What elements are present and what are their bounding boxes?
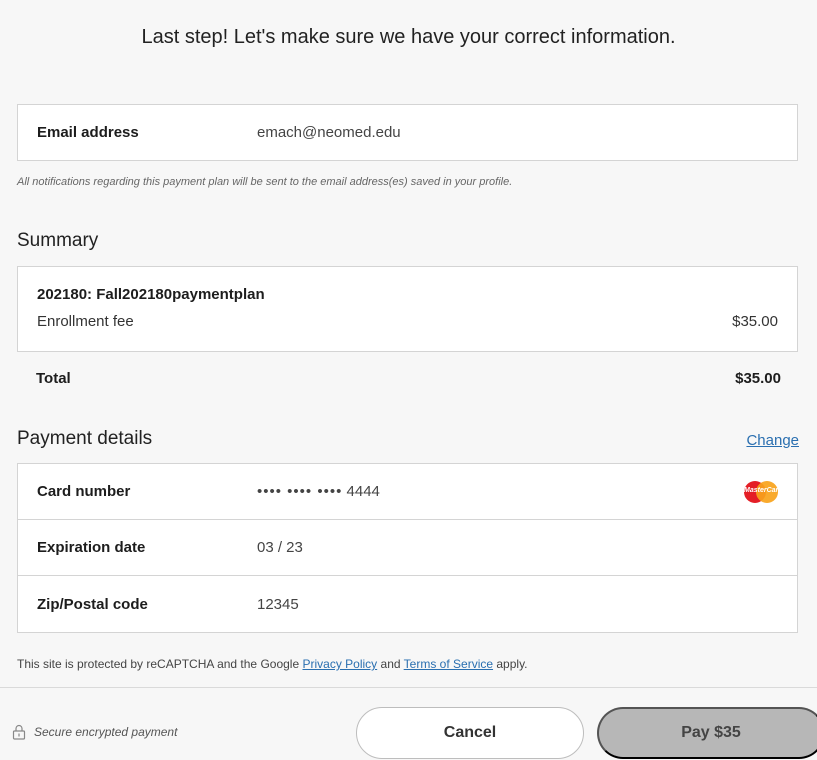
fee-label: Enrollment fee bbox=[37, 313, 134, 330]
card-number-value: •••• •••• •••• 4444 bbox=[257, 483, 744, 500]
email-box: Email address emach@neomed.edu bbox=[17, 104, 798, 161]
zip-label: Zip/Postal code bbox=[37, 595, 148, 613]
email-label: Email address bbox=[37, 124, 139, 141]
email-notice: All notifications regarding this payment… bbox=[17, 176, 513, 188]
recaptcha-prefix: This site is protected by reCAPTCHA and … bbox=[17, 657, 300, 671]
secure-text: Secure encrypted payment bbox=[34, 725, 178, 739]
privacy-policy-link[interactable]: Privacy Policy bbox=[302, 657, 377, 671]
zip-value: 12345 bbox=[257, 595, 299, 613]
change-link[interactable]: Change bbox=[746, 432, 799, 449]
recaptcha-and: and bbox=[380, 657, 401, 671]
expiration-value: 03 / 23 bbox=[257, 539, 303, 556]
expiration-row: Expiration date 03 / 23 bbox=[18, 520, 797, 576]
lock-icon bbox=[12, 724, 26, 740]
zip-row: Zip/Postal code 12345 bbox=[18, 576, 797, 632]
footer-divider bbox=[0, 687, 817, 688]
fee-amount: $35.00 bbox=[732, 313, 778, 330]
cancel-button[interactable]: Cancel bbox=[356, 707, 584, 759]
summary-box: 202180: Fall202180paymentplan Enrollment… bbox=[17, 266, 798, 352]
page-title: Last step! Let's make sure we have your … bbox=[141, 26, 676, 48]
mastercard-icon: MasterCard bbox=[744, 480, 783, 503]
recaptcha-notice: This site is protected by reCAPTCHA and … bbox=[17, 657, 528, 671]
pay-button[interactable]: Pay $35 bbox=[597, 707, 817, 759]
terms-of-service-link[interactable]: Terms of Service bbox=[404, 657, 493, 671]
recaptcha-suffix: apply. bbox=[496, 657, 528, 671]
email-value: emach@neomed.edu bbox=[257, 124, 401, 141]
summary-title: Summary bbox=[17, 230, 99, 251]
card-number-row: Card number •••• •••• •••• 4444 MasterCa… bbox=[18, 464, 797, 520]
card-number-label: Card number bbox=[37, 483, 131, 500]
secure-payment-note: Secure encrypted payment bbox=[12, 724, 177, 740]
card-number-mask: •••• •••• •••• bbox=[257, 483, 343, 500]
total-line: Total $35.00 bbox=[36, 370, 781, 387]
total-amount: $35.00 bbox=[735, 370, 781, 387]
total-label: Total bbox=[36, 370, 71, 387]
expiration-label: Expiration date bbox=[37, 539, 146, 556]
payment-box: Card number •••• •••• •••• 4444 MasterCa… bbox=[17, 463, 798, 633]
payment-title: Payment details bbox=[17, 428, 153, 449]
mastercard-logo-text: MasterCard bbox=[744, 486, 783, 494]
fee-line: Enrollment fee $35.00 bbox=[37, 313, 778, 330]
plan-name: 202180: Fall202180paymentplan bbox=[37, 286, 265, 303]
card-last4: 4444 bbox=[346, 483, 380, 500]
